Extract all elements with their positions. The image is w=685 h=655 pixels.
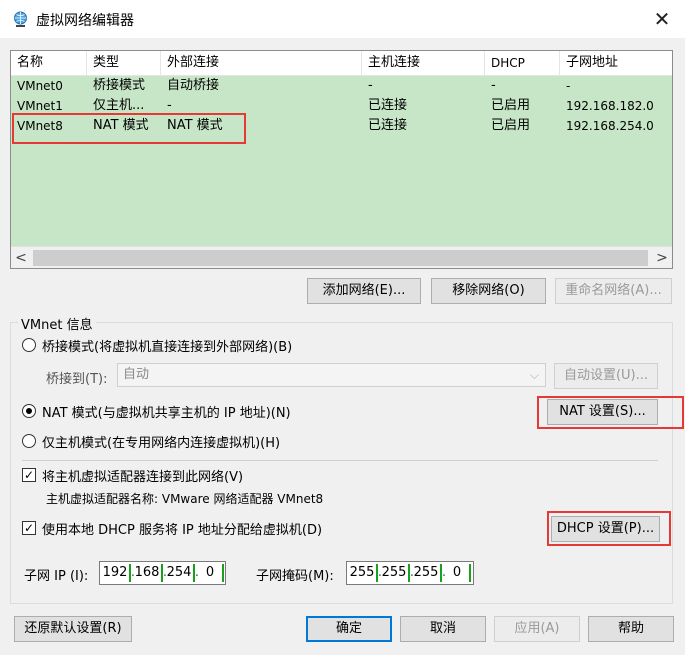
highlight-box-dhcp-settings [547,511,671,546]
dhcp-label[interactable]: 使用本地 DHCP 服务将 IP 地址分配给虚拟机(D) [42,519,322,538]
cancel-button[interactable]: 取消 [400,616,486,642]
scroll-right-arrow-icon[interactable]: > [652,247,672,268]
bridge-mode-radio[interactable] [22,338,36,352]
chevron-down-icon: ⌵ [529,368,539,382]
scroll-thumb[interactable] [33,250,648,266]
highlight-box-nat-settings [537,396,684,429]
cell-external: 自动桥接 [167,78,220,93]
col-header-name[interactable]: 名称 [11,51,87,75]
cell-subnet: 192.168.254.0 [566,119,654,133]
network-list[interactable]: 名称 类型 外部连接 主机连接 DHCP 子网地址 VMnet0 桥接模式 自动… [10,50,673,269]
ip-octet[interactable]: 192 [102,562,128,584]
col-header-dhcp[interactable]: DHCP [485,51,560,75]
mask-octet[interactable]: 0 [445,562,469,584]
divider [22,460,658,461]
cell-dhcp: 已启用 [491,118,531,133]
add-network-button[interactable]: 添加网络(E)... [307,278,421,304]
list-body: VMnet0 桥接模式 自动桥接 - - - VMnet1 仅主机... - 已… [11,76,672,246]
help-button[interactable]: 帮助 [588,616,674,642]
adapter-name-text: 主机虚拟适配器名称: VMware 网络适配器 VMnet8 [46,492,324,506]
bridge-to-label: 桥接到(T): [46,372,108,387]
highlight-box-vmnet8 [12,113,246,144]
cell-subnet: - [566,79,571,93]
host-only-label[interactable]: 仅主机模式(在专用网络内连接虚拟机)(H) [42,432,280,451]
window-title: 虚拟网络编辑器 [36,13,134,29]
bridge-to-value: 自动 [123,367,150,382]
subnet-mask-label: 子网掩码(M): [256,569,334,584]
ok-button[interactable]: 确定 [306,616,392,642]
cell-host: - [368,78,373,93]
title-bar: 虚拟网络编辑器 ✕ [0,0,685,38]
mask-octet[interactable]: 255 [413,562,439,584]
horizontal-scrollbar[interactable]: < > [11,246,672,268]
ip-octet[interactable]: 0 [198,562,222,584]
restore-defaults-button[interactable]: 还原默认设置(R) [14,616,132,642]
mask-octet[interactable]: 255 [381,562,407,584]
close-button[interactable]: ✕ [648,6,676,32]
scroll-left-arrow-icon[interactable]: < [11,247,31,268]
nat-mode-radio[interactable] [22,404,36,418]
col-header-external[interactable]: 外部连接 [161,51,362,75]
connect-adapter-checkbox[interactable]: ✓ [22,468,36,482]
col-header-type[interactable]: 类型 [87,51,161,75]
host-only-radio[interactable] [22,434,36,448]
rename-network-button[interactable]: 重命名网络(A)... [555,278,672,304]
apply-button[interactable]: 应用(A) [494,616,580,642]
nat-mode-label[interactable]: NAT 模式(与虚拟机共享主机的 IP 地址)(N) [42,402,291,421]
bridge-mode-label[interactable]: 桥接模式(将虚拟机直接连接到外部网络)(B) [42,336,292,355]
cell-name: VMnet0 [17,79,63,93]
ip-octet[interactable]: 254 [166,562,192,584]
subnet-mask-input[interactable]: 255 . 255 . 255 . 0 [346,561,474,585]
list-header: 名称 类型 外部连接 主机连接 DHCP 子网地址 [11,51,672,76]
auto-settings-button[interactable]: 自动设置(U)... [554,363,658,389]
col-header-subnet[interactable]: 子网地址 [560,51,672,75]
cell-dhcp: 已启用 [491,98,531,113]
col-header-host[interactable]: 主机连接 [362,51,485,75]
remove-network-button[interactable]: 移除网络(O) [431,278,546,304]
table-row[interactable]: VMnet0 桥接模式 自动桥接 - - - [11,76,672,96]
vmnet-info-label: VMnet 信息 [18,314,96,333]
cell-subnet: 192.168.182.0 [566,99,654,113]
cell-host: 已连接 [368,118,408,133]
subnet-ip-label: 子网 IP (I): [24,569,89,584]
network-globe-icon [14,11,27,27]
connect-adapter-label[interactable]: 将主机虚拟适配器连接到此网络(V) [42,466,243,485]
cell-dhcp: - [491,78,496,93]
bridge-to-select[interactable]: 自动 ⌵ [117,363,546,387]
ip-octet[interactable]: 168 [134,562,160,584]
cell-type: 桥接模式 [93,78,146,93]
cell-host: 已连接 [368,98,408,113]
dhcp-checkbox[interactable]: ✓ [22,521,36,535]
mask-octet[interactable]: 255 [349,562,375,584]
subnet-ip-input[interactable]: 192 . 168 . 254 . 0 [99,561,226,585]
